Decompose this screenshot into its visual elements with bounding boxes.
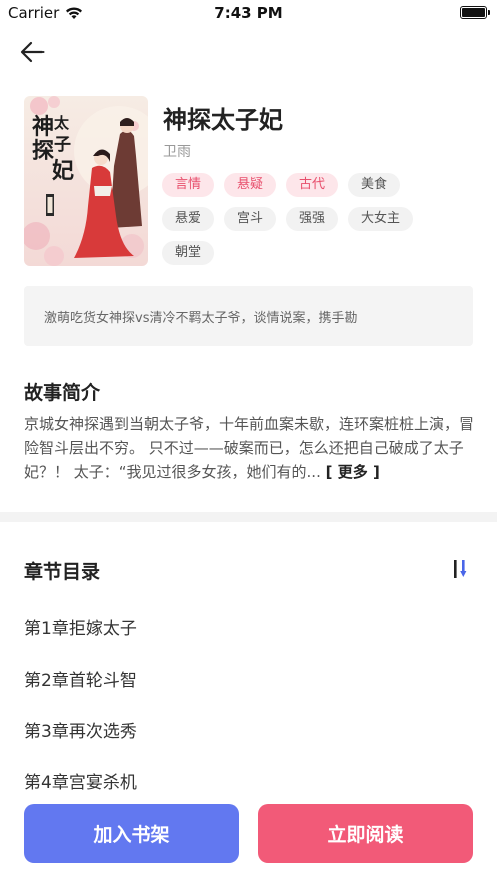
book-author[interactable]: 卫雨 [163, 141, 191, 161]
tag[interactable]: 悬爱 [162, 207, 215, 231]
battery-icon [460, 6, 490, 19]
tag[interactable]: 大女主 [348, 207, 414, 231]
svg-text:探: 探 [32, 138, 54, 164]
chapter-item[interactable]: 第3章再次选秀 [24, 717, 137, 742]
intro-text: 京城女神探遇到当朝太子爷，十年前血案未歇，连环案桩桩上演，冒险智斗层出不穷。 只… [24, 415, 475, 481]
intro-heading: 故事简介 [24, 382, 101, 404]
read-now-button[interactable]: 立即阅读 [258, 804, 473, 863]
tag[interactable]: 古代 [286, 173, 339, 197]
svg-text:妃: 妃 [52, 158, 74, 184]
tag-list: 言情 悬疑 古代 美食 悬爱 宫斗 强强 大女主 朝堂 [162, 173, 462, 265]
clock: 7:43 PM [214, 4, 283, 22]
tag[interactable]: 强强 [286, 207, 339, 231]
sort-order-icon[interactable] [450, 558, 472, 580]
intro-text-block: 京城女神探遇到当朝太子爷，十年前血案未歇，连环案桩桩上演，冒险智斗层出不穷。 只… [24, 412, 474, 484]
tag[interactable]: 宫斗 [224, 207, 277, 231]
more-link[interactable]: [ 更多 ] [326, 463, 380, 481]
tagline-text: 激萌吃货女神探vs清冷不羁太子爷，谈情说案，携手勘 [44, 310, 358, 326]
svg-text:太: 太 [54, 114, 70, 132]
tag[interactable]: 朝堂 [162, 241, 215, 265]
svg-text:神: 神 [32, 114, 54, 140]
chapter-item[interactable]: 第2章首轮斗智 [24, 666, 137, 691]
book-cover[interactable]: 神 太 探 子 妃 [24, 96, 148, 266]
book-title: 神探太子妃 [163, 106, 283, 134]
chapters-heading: 章节目录 [24, 561, 101, 583]
add-to-shelf-button[interactable]: 加入书架 [24, 804, 239, 863]
tag[interactable]: 美食 [348, 173, 401, 197]
svg-text:子: 子 [54, 135, 71, 155]
back-arrow-icon[interactable] [18, 38, 46, 66]
chapter-item[interactable]: 第4章宫宴杀机 [24, 768, 137, 793]
section-divider [0, 512, 497, 522]
cover-illustration: 神 太 探 子 妃 [24, 96, 148, 266]
status-bar: Carrier 7:43 PM [0, 0, 497, 26]
tag[interactable]: 悬疑 [224, 173, 277, 197]
chapter-item[interactable]: 第1章拒嫁太子 [24, 614, 137, 639]
tag[interactable]: 言情 [162, 173, 215, 197]
tagline-box: 激萌吃货女神探vs清冷不羁太子爷，谈情说案，携手勘 [24, 286, 473, 346]
